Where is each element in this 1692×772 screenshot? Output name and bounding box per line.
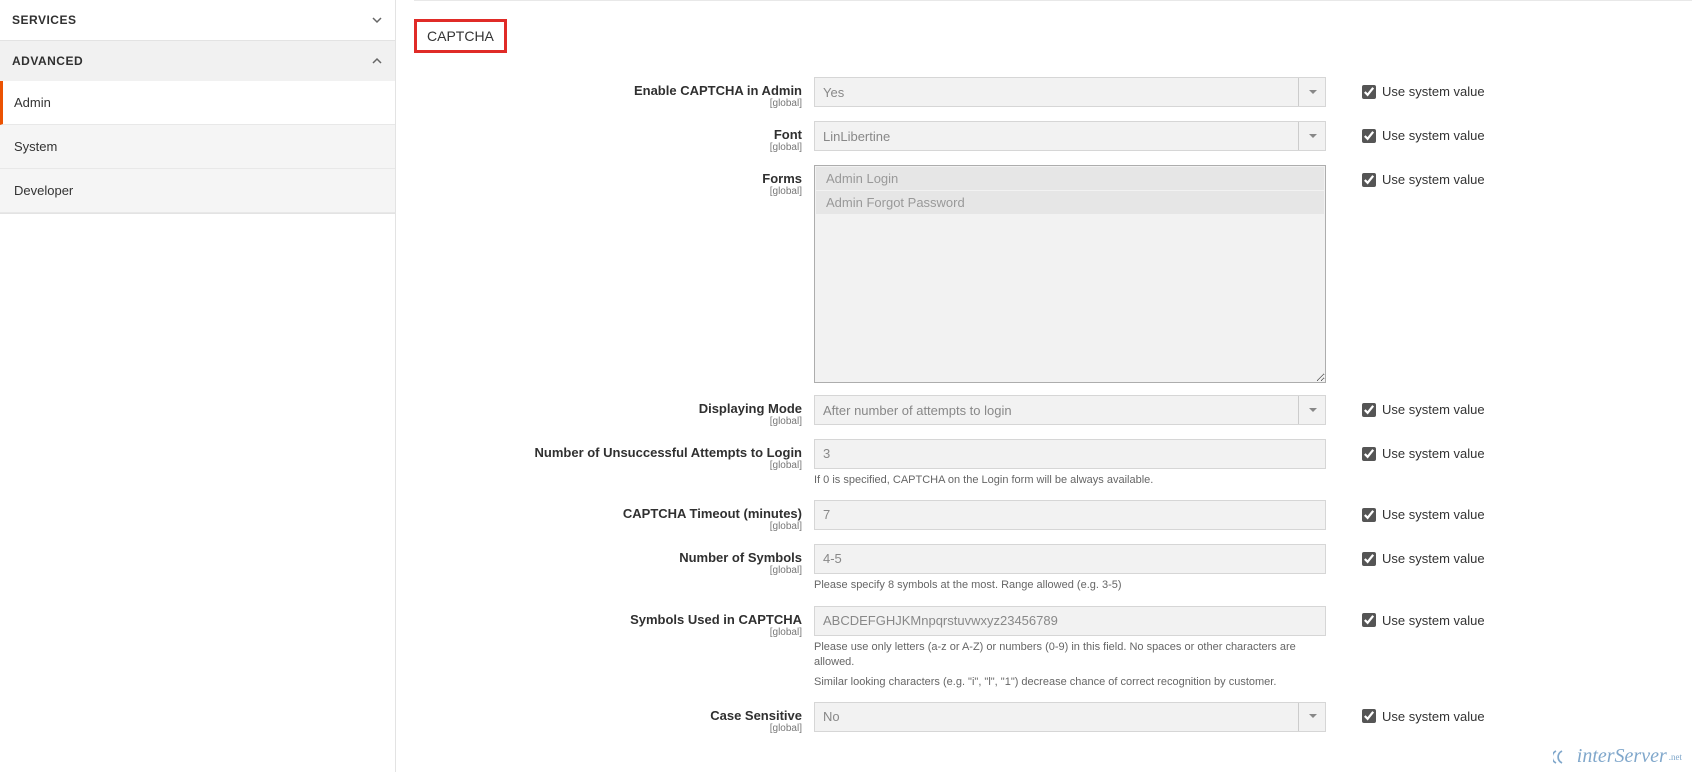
input-value: 4-5	[823, 551, 842, 566]
field-scope: [global]	[414, 416, 802, 427]
main-content: CAPTCHA Enable CAPTCHA in Admin [global]…	[396, 0, 1692, 772]
symbols-input[interactable]: 4-5	[814, 544, 1326, 574]
use-system-value-font[interactable]: Use system value	[1362, 128, 1485, 143]
sidebar-section-services[interactable]: SERVICES	[0, 0, 395, 40]
input-value: ABCDEFGHJKMnpqrstuvwxyz23456789	[823, 613, 1058, 628]
field-case-sensitive: Case Sensitive [global] No Use system va…	[414, 702, 1662, 734]
help-text: Please use only letters (a-z or A-Z) or …	[814, 640, 1326, 671]
timeout-input[interactable]: 7	[814, 500, 1326, 530]
help-text: If 0 is specified, CAPTCHA on the Login …	[814, 473, 1326, 488]
select-value: LinLibertine	[823, 129, 890, 144]
input-value: 3	[823, 446, 830, 461]
use-system-value-case-sensitive[interactable]: Use system value	[1362, 709, 1485, 724]
sidebar-item-system[interactable]: System	[0, 125, 395, 169]
use-system-checkbox[interactable]	[1362, 613, 1376, 627]
dropdown-caret-icon	[1298, 122, 1317, 150]
input-value: 7	[823, 507, 830, 522]
forms-option[interactable]: Admin Login	[816, 167, 1324, 190]
use-system-value-display-mode[interactable]: Use system value	[1362, 402, 1485, 417]
field-scope: [global]	[414, 186, 802, 197]
use-system-value-symbols[interactable]: Use system value	[1362, 551, 1485, 566]
field-label: Enable CAPTCHA in Admin	[634, 83, 802, 98]
font-select[interactable]: LinLibertine	[814, 121, 1326, 151]
field-enable-captcha: Enable CAPTCHA in Admin [global] Yes Use…	[414, 77, 1662, 109]
use-system-value-symbols-used[interactable]: Use system value	[1362, 613, 1485, 628]
sidebar-item-admin[interactable]: Admin	[0, 81, 395, 125]
use-system-checkbox[interactable]	[1362, 403, 1376, 417]
select-value: Yes	[823, 85, 844, 100]
section-title[interactable]: CAPTCHA	[414, 19, 507, 53]
field-label: Symbols Used in CAPTCHA	[630, 612, 802, 627]
dropdown-caret-icon	[1298, 703, 1317, 731]
sidebar-item-developer[interactable]: Developer	[0, 169, 395, 213]
use-system-value-attempts[interactable]: Use system value	[1362, 446, 1485, 461]
use-system-checkbox[interactable]	[1362, 508, 1376, 522]
use-system-value-timeout[interactable]: Use system value	[1362, 507, 1485, 522]
attempts-input[interactable]: 3	[814, 439, 1326, 469]
use-system-checkbox[interactable]	[1362, 447, 1376, 461]
field-scope: [global]	[414, 627, 802, 638]
sidebar-section-advanced[interactable]: ADVANCED	[0, 41, 395, 81]
field-label: Displaying Mode	[699, 401, 802, 416]
watermark-logo: interServer .net	[1553, 745, 1682, 768]
field-label: Number of Unsuccessful Attempts to Login	[535, 445, 802, 460]
use-system-checkbox[interactable]	[1362, 129, 1376, 143]
field-label: Font	[774, 127, 802, 142]
use-system-value-forms[interactable]: Use system value	[1362, 172, 1485, 187]
select-value: No	[823, 709, 840, 724]
field-display-mode: Displaying Mode [global] After number of…	[414, 395, 1662, 427]
field-label: Number of Symbols	[679, 550, 802, 565]
forms-multiselect[interactable]: Admin Login Admin Forgot Password	[814, 165, 1326, 383]
field-font: Font [global] LinLibertine Use system va…	[414, 121, 1662, 153]
select-value: After number of attempts to login	[823, 403, 1012, 418]
use-system-checkbox[interactable]	[1362, 552, 1376, 566]
field-symbols-used: Symbols Used in CAPTCHA [global] ABCDEFG…	[414, 606, 1662, 690]
field-label: CAPTCHA Timeout (minutes)	[623, 506, 802, 521]
chevron-down-icon	[371, 14, 383, 26]
field-scope: [global]	[414, 460, 802, 471]
use-system-checkbox[interactable]	[1362, 85, 1376, 99]
use-system-value-enable[interactable]: Use system value	[1362, 84, 1485, 99]
field-timeout: CAPTCHA Timeout (minutes) [global] 7 Use…	[414, 500, 1662, 532]
sidebar-section-label: SERVICES	[12, 13, 76, 27]
field-forms: Forms [global] Admin Login Admin Forgot …	[414, 165, 1662, 383]
dropdown-caret-icon	[1298, 396, 1317, 424]
chevron-up-icon	[371, 55, 383, 67]
use-system-checkbox[interactable]	[1362, 173, 1376, 187]
help-text: Similar looking characters (e.g. "i", "l…	[814, 675, 1326, 690]
help-text: Please specify 8 symbols at the most. Ra…	[814, 578, 1326, 593]
case-sensitive-select[interactable]: No	[814, 702, 1326, 732]
field-scope: [global]	[414, 565, 802, 576]
field-symbols: Number of Symbols [global] 4-5 Please sp…	[414, 544, 1662, 593]
sidebar-item-label: Admin	[14, 95, 51, 110]
use-system-checkbox[interactable]	[1362, 709, 1376, 723]
symbols-used-input[interactable]: ABCDEFGHJKMnpqrstuvwxyz23456789	[814, 606, 1326, 636]
sidebar-items: Admin System Developer	[0, 81, 395, 213]
sidebar-item-label: System	[14, 139, 57, 154]
enable-captcha-select[interactable]: Yes	[814, 77, 1326, 107]
field-scope: [global]	[414, 98, 802, 109]
forms-option[interactable]: Admin Forgot Password	[816, 191, 1324, 214]
display-mode-select[interactable]: After number of attempts to login	[814, 395, 1326, 425]
field-scope: [global]	[414, 723, 802, 734]
config-sidebar: SERVICES ADVANCED Admin System	[0, 0, 396, 772]
field-attempts: Number of Unsuccessful Attempts to Login…	[414, 439, 1662, 488]
field-label: Case Sensitive	[710, 708, 802, 723]
sidebar-section-label: ADVANCED	[12, 54, 83, 68]
sidebar-item-label: Developer	[14, 183, 73, 198]
field-scope: [global]	[414, 142, 802, 153]
interserver-logo-icon	[1553, 748, 1575, 766]
field-scope: [global]	[414, 521, 802, 532]
dropdown-caret-icon	[1298, 78, 1317, 106]
field-label: Forms	[762, 171, 802, 186]
